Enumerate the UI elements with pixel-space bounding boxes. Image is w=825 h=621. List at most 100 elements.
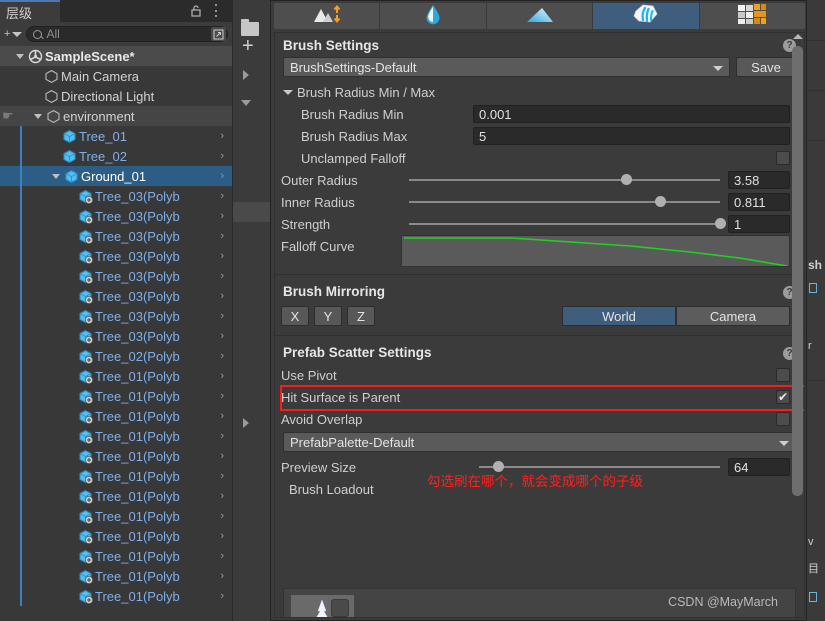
outer-radius-knob[interactable] — [621, 174, 633, 185]
save-button[interactable]: Save — [736, 57, 796, 77]
hierarchy-row[interactable]: Tree_01(Polyb › — [0, 386, 232, 406]
hierarchy-row[interactable]: Tree_03(Polyb › — [0, 286, 232, 306]
open-prefab-chevron-icon[interactable]: › — [220, 370, 224, 382]
set-height-tab[interactable] — [486, 3, 594, 29]
hierarchy-row[interactable]: Tree_01(Polyb › — [0, 526, 232, 546]
open-prefab-chevron-icon[interactable]: › — [220, 570, 224, 582]
open-prefab-chevron-icon[interactable]: › — [220, 530, 224, 542]
hierarchy-row[interactable]: Tree_03(Polyb › — [0, 306, 232, 326]
hierarchy-row[interactable]: Tree_03(Polyb › — [0, 186, 232, 206]
open-prefab-chevron-icon[interactable]: › — [220, 270, 224, 282]
hierarchy-row[interactable]: Tree_01(Polyb › — [0, 506, 232, 526]
project-chevron-right-icon[interactable] — [243, 70, 249, 80]
hierarchy-row[interactable]: Tree_01(Polyb › — [0, 466, 232, 486]
open-prefab-chevron-icon[interactable]: › — [220, 410, 224, 422]
open-prefab-chevron-icon[interactable]: › — [220, 130, 224, 142]
paint-texture-tab[interactable] — [699, 3, 805, 29]
brush-panel-scrollbar[interactable] — [792, 34, 803, 616]
inner-radius-input[interactable]: 0.811 — [728, 193, 790, 211]
hierarchy-row[interactable]: Tree_01(Polyb › — [0, 566, 232, 586]
preview-size-input[interactable]: 64 — [728, 458, 790, 476]
hierarchy-row[interactable]: Directional Light — [0, 86, 232, 106]
smooth-height-tab[interactable] — [380, 3, 487, 29]
open-prefab-chevron-icon[interactable]: › — [220, 310, 224, 322]
open-prefab-chevron-icon[interactable]: › — [220, 590, 224, 602]
open-prefab-chevron-icon[interactable]: › — [220, 290, 224, 302]
scatter-checkbox-use-pivot[interactable] — [776, 368, 790, 382]
open-prefab-chevron-icon[interactable]: › — [220, 250, 224, 262]
open-prefab-chevron-icon[interactable]: › — [220, 510, 224, 522]
hierarchy-row[interactable]: Tree_01(Polyb › — [0, 486, 232, 506]
hierarchy-row[interactable]: Tree_01 › — [0, 126, 232, 146]
open-prefab-chevron-icon[interactable]: › — [220, 470, 224, 482]
terrain-tool-tabs[interactable] — [274, 3, 805, 29]
mirror-axis-group[interactable]: X Y Z — [281, 306, 375, 326]
hierarchy-row[interactable]: Tree_03(Polyb › — [0, 206, 232, 226]
hierarchy-row[interactable]: environment ☛ — [0, 106, 232, 126]
hierarchy-row[interactable]: Main Camera — [0, 66, 232, 86]
hierarchy-row[interactable]: Tree_01(Polyb › — [0, 406, 232, 426]
prefab-thumbnail[interactable] — [291, 595, 354, 617]
mirror-space-camera-option[interactable]: Camera — [676, 306, 790, 326]
hierarchy-tree[interactable]: SampleScene* Main Camera Directional Light… — [0, 46, 232, 621]
lock-icon[interactable] — [190, 4, 202, 17]
hierarchy-row[interactable]: Tree_02 › — [0, 146, 232, 166]
scrollbar-thumb[interactable] — [792, 46, 803, 496]
strength-input[interactable]: 1 — [728, 215, 790, 233]
strength-knob[interactable] — [714, 218, 726, 229]
brush-radius-min-input[interactable]: 0.001 — [473, 105, 790, 123]
open-prefab-chevron-icon[interactable]: › — [220, 190, 224, 202]
hierarchy-row[interactable]: Tree_03(Polyb › — [0, 326, 232, 346]
add-icon[interactable]: + — [242, 36, 254, 56]
unclamped-falloff-checkbox[interactable] — [776, 151, 790, 165]
hierarchy-row[interactable]: Tree_01(Polyb › — [0, 446, 232, 466]
mirror-axis-z-button[interactable]: Z — [347, 306, 375, 326]
scatter-checkbox-avoid-overlap[interactable] — [776, 412, 790, 426]
hierarchy-row[interactable]: Tree_01(Polyb › — [0, 366, 232, 386]
hierarchy-row[interactable]: Tree_01(Polyb › — [0, 586, 232, 606]
project-chevron-right-icon-2[interactable] — [243, 418, 249, 428]
mirror-axis-x-button[interactable]: X — [281, 306, 309, 326]
hierarchy-row[interactable]: Tree_01(Polyb › — [0, 426, 232, 446]
thumbnail-toggle-chip[interactable] — [331, 599, 349, 617]
hierarchy-row[interactable]: Tree_03(Polyb › — [0, 226, 232, 246]
kebab-menu-icon[interactable] — [210, 4, 222, 17]
strength-slider[interactable] — [409, 217, 726, 231]
open-prefab-chevron-icon[interactable]: › — [220, 210, 224, 222]
mirror-space-world-option[interactable]: World — [562, 306, 676, 326]
hierarchy-row[interactable]: Tree_02(Polyb › — [0, 346, 232, 366]
open-prefab-chevron-icon[interactable]: › — [220, 490, 224, 502]
chevron-down-icon[interactable] — [12, 31, 23, 37]
scroll-up-arrow-icon[interactable] — [793, 34, 803, 39]
hierarchy-row[interactable]: Tree_01(Polyb › — [0, 546, 232, 566]
tab-hierarchy[interactable]: 层级 — [0, 0, 60, 22]
open-prefab-chevron-icon[interactable]: › — [220, 230, 224, 242]
falloff-curve-widget[interactable] — [401, 235, 790, 267]
brush-preset-dropdown[interactable]: BrushSettings-Default — [283, 57, 730, 77]
brush-radius-foldout[interactable]: Brush Radius Min / Max — [275, 81, 804, 103]
open-prefab-chevron-icon[interactable]: › — [220, 150, 224, 162]
search-input[interactable]: All — [26, 26, 228, 42]
create-button[interactable]: + — [4, 28, 10, 40]
outer-radius-input[interactable]: 3.58 — [728, 171, 790, 189]
inner-radius-slider[interactable] — [409, 195, 720, 209]
prefab-palette-dropdown[interactable]: PrefabPalette-Default — [283, 432, 796, 452]
project-chevron-down-icon[interactable] — [241, 100, 251, 106]
expand-arrow-icon[interactable] — [16, 53, 24, 59]
hierarchy-row[interactable]: Tree_03(Polyb › — [0, 266, 232, 286]
open-prefab-chevron-icon[interactable]: › — [220, 350, 224, 362]
inner-radius-knob[interactable] — [655, 196, 667, 207]
open-prefab-chevron-icon[interactable]: › — [220, 450, 224, 462]
open-prefab-chevron-icon[interactable]: › — [220, 330, 224, 342]
mirror-axis-y-button[interactable]: Y — [314, 306, 342, 326]
hierarchy-row[interactable]: SampleScene* — [0, 46, 232, 66]
search-advanced-icon[interactable] — [211, 27, 226, 41]
open-prefab-chevron-icon[interactable]: › — [220, 390, 224, 402]
paint-details-tab[interactable] — [593, 3, 700, 29]
outer-radius-slider[interactable] — [409, 173, 720, 187]
hierarchy-row[interactable]: Tree_03(Polyb › — [0, 246, 232, 266]
expand-arrow-icon[interactable] — [52, 173, 60, 179]
open-prefab-chevron-icon[interactable]: › — [220, 550, 224, 562]
open-prefab-chevron-icon[interactable]: › — [220, 170, 224, 182]
brush-radius-max-input[interactable]: 5 — [473, 127, 790, 145]
